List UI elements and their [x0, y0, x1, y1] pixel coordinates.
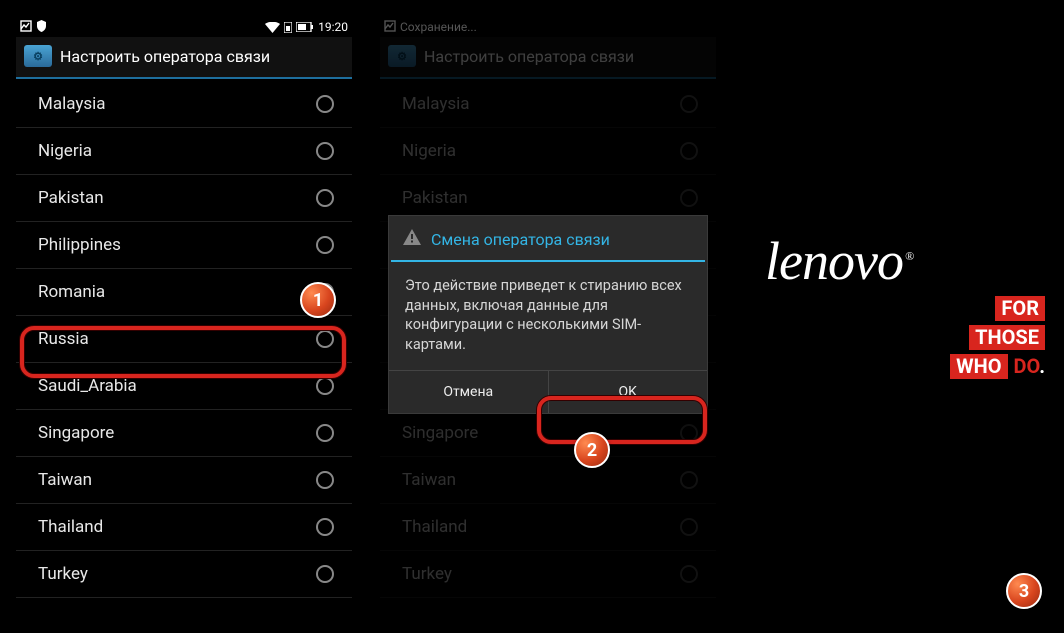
confirm-dialog: Смена оператора связи Это действие приве…	[388, 215, 708, 414]
list-item-label: Turkey	[38, 564, 88, 584]
lenovo-tagline: FOR THOSE WHO DO.	[765, 296, 1045, 379]
app-header: ⚙ Настроить оператора связи	[16, 37, 352, 77]
callout-frame-1	[20, 326, 346, 378]
dialog-title: Смена оператора связи	[431, 230, 610, 249]
cancel-button[interactable]: Отмена	[389, 371, 548, 413]
clock-text: 19:20	[318, 20, 348, 34]
header-divider	[16, 77, 352, 79]
app-title: Настроить оператора связи	[60, 47, 270, 66]
app-icon: ⚙	[24, 45, 52, 67]
radio-icon	[316, 236, 334, 254]
callout-badge-1: 1	[300, 282, 336, 318]
status-right: 19:20	[265, 20, 348, 34]
radio-icon	[316, 142, 334, 160]
warning-icon	[403, 229, 421, 249]
list-item-thailand[interactable]: Thailand	[16, 504, 352, 551]
lenovo-logo-block: lenovo® FOR THOSE WHO DO.	[765, 230, 1045, 379]
radio-icon	[316, 424, 334, 442]
image-icon	[20, 20, 32, 35]
list-item-singapore[interactable]: Singapore	[16, 410, 352, 457]
list-item-malaysia[interactable]: Malaysia	[16, 81, 352, 128]
status-bar: 19:20	[16, 17, 352, 37]
callout-badge-3: 3	[1006, 573, 1042, 609]
list-item-label: Pakistan	[38, 188, 104, 208]
list-item-label: Saudi_Arabia	[38, 376, 137, 396]
list-item-taiwan[interactable]: Taiwan	[16, 457, 352, 504]
callout-badge-2: 2	[574, 432, 610, 468]
list-item-label: Romania	[38, 282, 105, 302]
phone-screenshot-1: 19:20 ⚙ Настроить оператора связи Malays…	[16, 17, 352, 615]
list-item-nigeria[interactable]: Nigeria	[16, 128, 352, 175]
radio-icon	[316, 565, 334, 583]
list-item-label: Philippines	[38, 235, 121, 255]
list-item-label: Taiwan	[38, 470, 92, 490]
list-item-turkey[interactable]: Turkey	[16, 551, 352, 598]
dialog-body: Это действие приведет к стиранию всех да…	[389, 262, 707, 370]
callout-frame-2	[537, 396, 707, 444]
list-item-philippines[interactable]: Philippines	[16, 222, 352, 269]
list-item-label: Singapore	[38, 423, 114, 443]
battery-icon	[296, 22, 314, 32]
list-item-label: Thailand	[38, 517, 103, 537]
wifi-icon	[265, 22, 280, 33]
lenovo-logo: lenovo®	[765, 230, 913, 292]
dialog-title-row: Смена оператора связи	[389, 216, 707, 260]
radio-icon	[316, 377, 334, 395]
list-item-label: Nigeria	[38, 141, 92, 161]
list-item-pakistan[interactable]: Pakistan	[16, 175, 352, 222]
radio-icon	[316, 189, 334, 207]
radio-icon	[316, 471, 334, 489]
shield-icon	[36, 20, 47, 35]
phone-screenshot-2: Сохранение... ⚙ Настроить оператора связ…	[380, 17, 716, 615]
radio-icon	[316, 95, 334, 113]
radio-icon	[316, 518, 334, 536]
signal-icon	[284, 22, 292, 33]
list-item-label: Malaysia	[38, 94, 106, 114]
